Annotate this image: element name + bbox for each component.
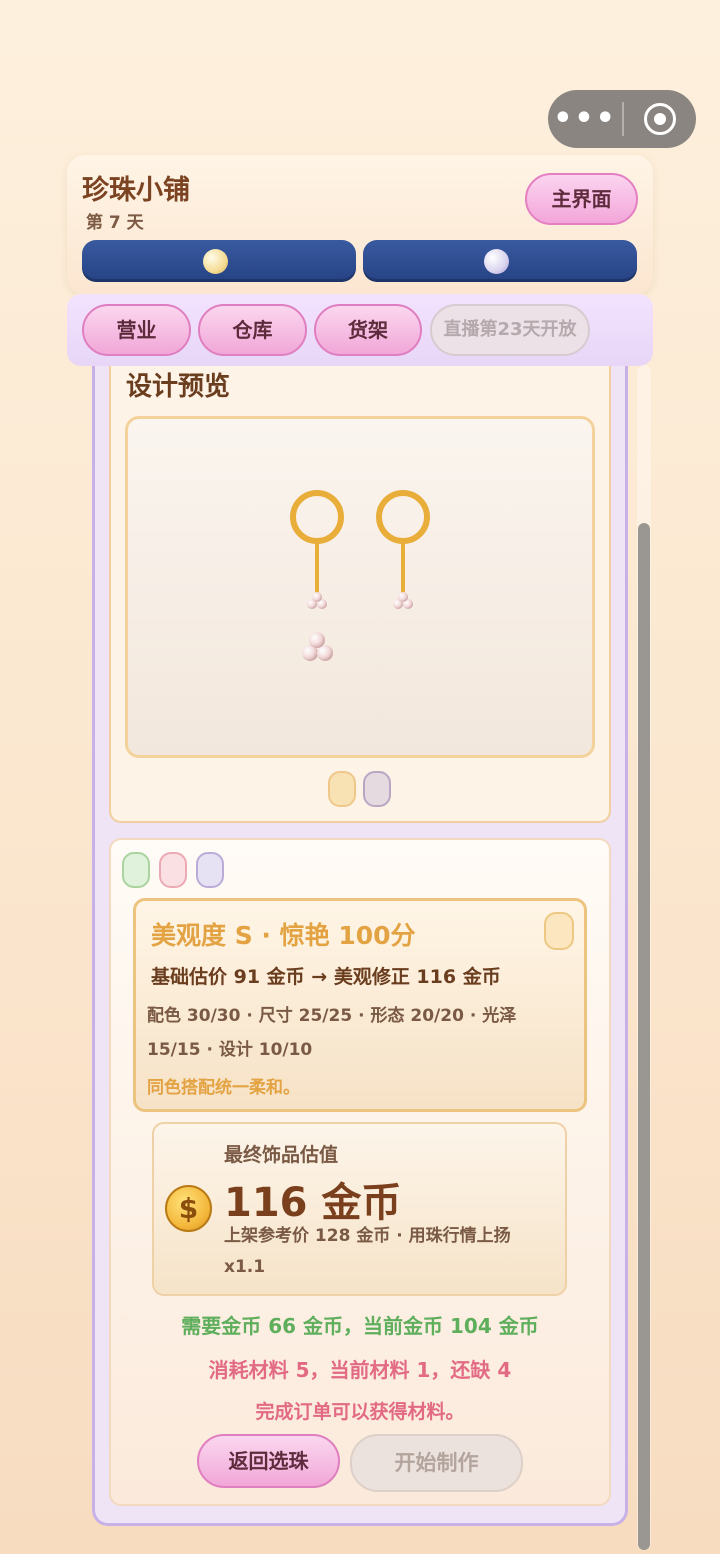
tab-0[interactable]: 营业	[82, 304, 191, 356]
valuation-amount: 116 金币	[224, 1180, 402, 1226]
scrollbar-thumb[interactable]	[638, 523, 650, 1550]
main-menu-button[interactable]: 主界面	[525, 173, 638, 225]
tab-1[interactable]: 仓库	[198, 304, 307, 356]
filter-chip-lilac[interactable]	[196, 852, 224, 888]
score-badge-icon	[544, 912, 574, 950]
score-title: 美观度 S · 惊艳 100分	[151, 921, 416, 950]
tab-2[interactable]: 货架	[314, 304, 422, 356]
earring-preview-icon	[290, 490, 430, 661]
day-counter: 第 7 天	[86, 213, 144, 233]
miniprogram-capsule: •••	[548, 90, 696, 148]
score-breakdown: 配色 30/30 · 尺寸 25/25 · 形态 20/20 · 光泽 15/1…	[147, 1006, 517, 1060]
back-to-pearls-button[interactable]: 返回选珠	[197, 1434, 340, 1488]
start-crafting-button[interactable]: 开始制作	[350, 1434, 523, 1492]
more-dots-icon[interactable]: •••	[548, 90, 622, 148]
target-icon[interactable]	[624, 103, 696, 135]
lilac-pearl-icon	[484, 249, 509, 274]
score-note: 同色搭配统一柔和。	[147, 1078, 300, 1098]
tab-3[interactable]: 直播第23天开放	[430, 304, 590, 356]
valuation-label: 最终饰品估值	[224, 1144, 339, 1166]
valuation-sub: 上架参考价 128 金币 · 用珠行情上扬 x1.1	[224, 1226, 511, 1277]
color-swatch-lilac[interactable]	[363, 771, 391, 807]
material-hint: 完成订单可以获得材料。	[255, 1401, 465, 1423]
yellow-pearl-icon	[203, 249, 228, 274]
filter-chip-pink[interactable]	[159, 852, 187, 888]
coin-icon: $	[165, 1185, 212, 1232]
preview-title: 设计预览	[126, 372, 231, 402]
price-line: 基础估价 91 金币 → 美观修正 116 金币	[151, 966, 501, 988]
filter-chip-green[interactable]	[122, 852, 150, 888]
coin-requirement: 需要金币 66 金币，当前金币 104 金币	[181, 1314, 539, 1338]
color-swatch-gold[interactable]	[328, 771, 356, 807]
page-title: 珍珠小铺	[82, 175, 190, 206]
material-requirement: 消耗材料 5，当前材料 1，还缺 4	[208, 1358, 512, 1382]
